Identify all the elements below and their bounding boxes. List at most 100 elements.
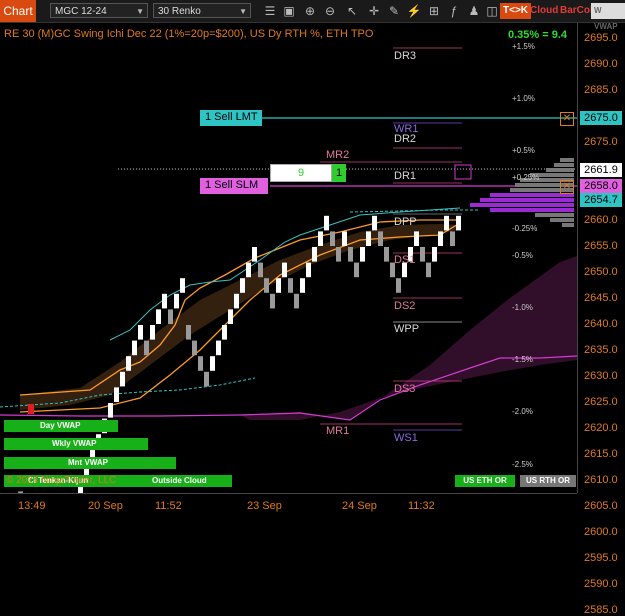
pct-label: +1.5% bbox=[512, 42, 535, 51]
box-highlight bbox=[454, 164, 472, 180]
cyan-price-box: 2654.7 bbox=[580, 193, 622, 207]
x-tick-label: 11:32 bbox=[408, 500, 435, 512]
zoom-in-icon[interactable]: ⊕ bbox=[302, 3, 318, 19]
renko-brick-up bbox=[312, 247, 317, 262]
renko-brick-up bbox=[138, 325, 143, 340]
y-tick-label: 2625.0 bbox=[584, 396, 618, 408]
y-tick-label: 2630.0 bbox=[584, 370, 618, 382]
renko-brick-down bbox=[270, 293, 275, 309]
renko-brick-down bbox=[186, 325, 191, 340]
x-tick-label: 20 Sep bbox=[88, 500, 123, 512]
y-tick-label: 2585.0 bbox=[584, 604, 618, 616]
pct-label: +1.0% bbox=[512, 94, 535, 103]
volume-profile bbox=[470, 158, 574, 227]
y-tick-label: 2690.0 bbox=[584, 58, 618, 70]
renko-brick-up bbox=[306, 262, 311, 278]
cancel-order-icon[interactable]: ✕ bbox=[560, 180, 574, 194]
level-dr2: DR2 bbox=[394, 133, 417, 145]
barcol-toggle-button[interactable]: BarCol bbox=[557, 3, 596, 19]
level-wpp: WPP bbox=[394, 323, 420, 335]
order-qty-confirm[interactable]: 1 bbox=[332, 164, 346, 182]
cancel-order-icon[interactable]: ✕ bbox=[560, 112, 574, 126]
day-vwap-bar: Day VWAP bbox=[4, 420, 118, 432]
renko-brick-down bbox=[420, 247, 425, 262]
renko-brick-up bbox=[150, 325, 155, 340]
sell-slm-price-box: 2658.0 bbox=[580, 179, 622, 193]
instrument-selector[interactable]: MGC 12-24 ▼ bbox=[50, 3, 148, 18]
properties-icon[interactable]: ☰ bbox=[262, 3, 278, 19]
renko-brick-up bbox=[210, 356, 215, 371]
level-mr1: MR1 bbox=[326, 425, 350, 437]
y-tick-label: 2600.0 bbox=[584, 526, 618, 538]
sell-slm-order-tag[interactable]: 1 Sell SLM bbox=[200, 178, 268, 194]
bar-type-label: 30 Renko bbox=[158, 6, 201, 17]
renko-brick-down bbox=[336, 247, 341, 262]
renko-brick-up bbox=[234, 293, 239, 309]
pct-label: +0.5% bbox=[512, 146, 535, 155]
sell-lmt-price-box: 2675.0 bbox=[580, 111, 622, 125]
y-tick-label: 2675.0 bbox=[584, 136, 618, 148]
level-mr2: MR2 bbox=[326, 149, 350, 161]
renko-brick-down bbox=[192, 340, 197, 356]
zoom-out-icon[interactable]: ⊖ bbox=[322, 3, 338, 19]
strategy-icon[interactable]: ♟ bbox=[466, 3, 482, 19]
us-eth-or-button[interactable]: US ETH OR bbox=[455, 475, 515, 487]
x-tick-label: 11:52 bbox=[155, 500, 182, 512]
renko-brick-up bbox=[414, 231, 419, 246]
screenshot-icon[interactable]: ▣ bbox=[281, 3, 297, 19]
renko-brick-down bbox=[378, 231, 383, 246]
chart-title: RE 30 (M)GC Swing Ichi Dec 22 (1%=20p=$2… bbox=[4, 28, 374, 40]
w-vwap-toggle-button[interactable]: W VWAP bbox=[591, 3, 625, 31]
renko-brick-up bbox=[324, 215, 329, 231]
renko-brick-up bbox=[132, 340, 137, 356]
crosshair-icon[interactable]: ✛ bbox=[366, 3, 382, 19]
renko-brick-down bbox=[288, 278, 293, 293]
current-price-box: 2661.9 bbox=[580, 163, 622, 177]
lock-icon[interactable]: ⊞ bbox=[426, 3, 442, 19]
pct-label: -2.0% bbox=[512, 407, 533, 416]
bar-type-selector[interactable]: 30 Renko ▼ bbox=[153, 3, 251, 18]
chart-menu-button[interactable]: Chart bbox=[0, 0, 36, 22]
renko-brick-up bbox=[432, 247, 437, 262]
renko-brick-up bbox=[240, 278, 245, 293]
renko-brick-up bbox=[318, 231, 323, 246]
level-ds3: DS3 bbox=[394, 383, 416, 395]
renko-brick-up bbox=[156, 309, 161, 324]
y-tick-label: 2620.0 bbox=[584, 422, 618, 434]
draw-tool-icon[interactable]: ✎ bbox=[386, 3, 402, 19]
us-rth-or-button[interactable]: US RTH OR bbox=[520, 475, 576, 487]
renko-brick-up bbox=[108, 403, 113, 418]
sell-marker bbox=[28, 404, 34, 414]
indicators-icon[interactable]: ƒ bbox=[446, 3, 462, 19]
x-axis[interactable] bbox=[0, 493, 577, 519]
sell-lmt-order-tag[interactable]: 1 Sell LMT bbox=[200, 110, 262, 126]
level-ds1: DS1 bbox=[394, 254, 416, 266]
y-tick-label: 2685.0 bbox=[584, 84, 618, 96]
template-icon[interactable]: ◫ bbox=[484, 3, 500, 19]
y-tick-label: 2605.0 bbox=[584, 500, 618, 512]
renko-brick-down bbox=[144, 340, 149, 356]
pointer-icon[interactable]: ↖ bbox=[344, 3, 360, 19]
y-tick-label: 2615.0 bbox=[584, 448, 618, 460]
renko-brick-up bbox=[216, 340, 221, 356]
renko-brick-up bbox=[342, 231, 347, 246]
vwap-session-line bbox=[349, 209, 480, 213]
renko-brick-up bbox=[222, 325, 227, 340]
x-tick-label: 24 Sep bbox=[342, 500, 377, 512]
x-tick-label: 23 Sep bbox=[247, 500, 282, 512]
renko-brick-up bbox=[162, 293, 167, 309]
order-qty-box[interactable]: 9 bbox=[270, 164, 332, 182]
renko-brick-down bbox=[294, 293, 299, 309]
y-tick-label: 2595.0 bbox=[584, 552, 618, 564]
level-ds2: DS2 bbox=[394, 300, 416, 312]
wkly-vwap-bar: Wkly VWAP bbox=[4, 438, 148, 450]
renko-brick-up bbox=[126, 356, 131, 371]
renko-brick-up bbox=[114, 387, 119, 402]
toolbar: Chart MGC 12-24 ▼ 30 Renko ▼ ☰ ▣ ⊕ ⊖ ↖ ✛… bbox=[0, 0, 625, 31]
alert-icon[interactable]: ⚡ bbox=[406, 3, 422, 19]
level-dr1: DR1 bbox=[394, 170, 417, 182]
pct-label: -2.5% bbox=[512, 460, 533, 469]
y-tick-label: 2645.0 bbox=[584, 292, 618, 304]
pct-label: -0.25% bbox=[512, 224, 538, 233]
outside-cloud-label: Outside Cloud bbox=[152, 476, 207, 485]
